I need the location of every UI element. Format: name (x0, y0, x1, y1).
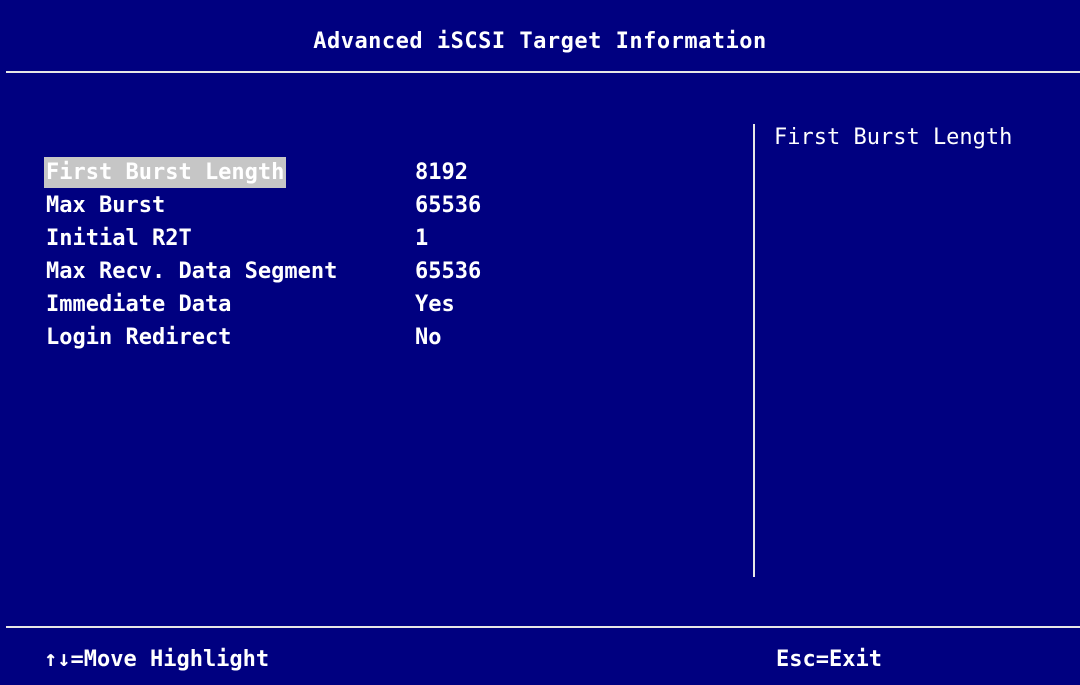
setting-label: Max Recv. Data Segment (46, 259, 338, 284)
footer-move-highlight-hint: ↑↓=Move Highlight (44, 647, 270, 672)
setting-row-immediate-data[interactable]: Immediate Data Yes (0, 288, 740, 321)
setting-label: First Burst Length (44, 157, 287, 188)
setting-value: 65536 (415, 193, 482, 218)
footer-divider (6, 626, 1080, 628)
setting-value: 65536 (415, 259, 482, 284)
setting-label: Initial R2T (46, 226, 192, 251)
setting-value: 8192 (415, 160, 468, 185)
header-divider (6, 71, 1080, 73)
bios-setup-screen: Advanced iSCSI Target Information First … (0, 0, 1080, 685)
settings-list: First Burst Length 8192 Max Burst 65536 … (0, 156, 740, 354)
setting-row-max-recv-data-segment[interactable]: Max Recv. Data Segment 65536 (0, 255, 740, 288)
page-title: Advanced iSCSI Target Information (313, 29, 767, 54)
setting-value: 1 (415, 226, 429, 251)
setting-row-first-burst-length[interactable]: First Burst Length 8192 (0, 156, 740, 189)
setting-row-max-burst[interactable]: Max Burst 65536 (0, 189, 740, 222)
help-panel-divider (753, 124, 755, 577)
setting-row-initial-r2t[interactable]: Initial R2T 1 (0, 222, 740, 255)
setting-label: Login Redirect (46, 325, 232, 350)
setting-value: No (415, 325, 442, 350)
setting-value: Yes (415, 292, 455, 317)
setting-row-login-redirect[interactable]: Login Redirect No (0, 321, 740, 354)
help-panel-text: First Burst Length (774, 125, 1013, 150)
footer-exit-hint: Esc=Exit (776, 647, 882, 672)
setting-label: Immediate Data (46, 292, 232, 317)
setting-label: Max Burst (46, 193, 166, 218)
